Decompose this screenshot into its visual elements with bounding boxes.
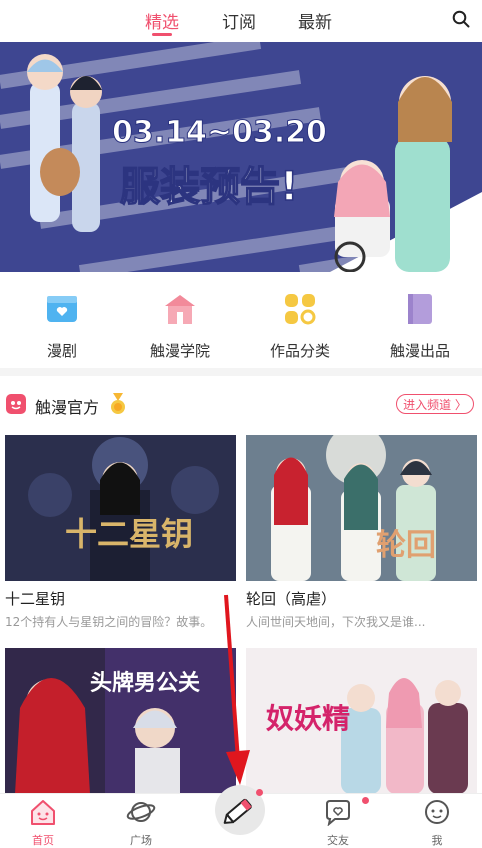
annotation-arrow — [224, 594, 250, 785]
video-icon — [47, 296, 77, 322]
nav-label: 交友 — [327, 834, 349, 847]
quick-item-academy[interactable]: 触漫学院 — [130, 292, 230, 361]
top-tab-bar: 精选 订阅 最新 — [0, 0, 482, 42]
face-icon — [425, 800, 449, 824]
cover-title-text: 十二星钥 — [65, 515, 193, 553]
home-icon — [31, 800, 55, 825]
tab-latest[interactable]: 最新 — [298, 8, 332, 33]
category-icon — [285, 294, 316, 325]
tab-featured[interactable]: 精选 — [145, 8, 179, 33]
quick-item-label: 触漫出品 — [389, 342, 450, 360]
school-icon — [165, 295, 195, 324]
comic-title: 十二星钥 — [5, 590, 66, 608]
book-icon — [408, 294, 432, 324]
comic-description: 人间世间天地间，下次我又是谁... — [246, 615, 426, 629]
cover-title-text: 轮回 — [376, 528, 436, 563]
quick-item-categories[interactable]: 作品分类 — [250, 292, 350, 361]
nav-label: 广场 — [130, 834, 152, 847]
quick-item-label: 漫剧 — [46, 342, 77, 360]
nav-me[interactable]: 我 — [407, 798, 467, 848]
promo-banner[interactable]: 03.14~03.20 服装预告! — [0, 42, 482, 272]
quick-item-label: 触漫学院 — [149, 342, 210, 360]
nav-label: 首页 — [32, 834, 54, 847]
nav-friends[interactable]: 交友 — [308, 798, 368, 848]
quick-item-comic-drama[interactable]: 漫剧 — [12, 292, 112, 361]
nav-plaza[interactable]: 广场 — [111, 798, 171, 848]
cover-title-text: 奴妖精 — [265, 702, 350, 735]
create-notification-dot — [256, 789, 263, 796]
quick-item-originals[interactable]: 触漫出品 — [370, 292, 470, 361]
nav-label: 我 — [431, 834, 443, 847]
section-divider — [0, 368, 482, 376]
comic-cover: 奴妖精 — [246, 648, 477, 794]
section-title: 触漫官方 — [35, 398, 100, 417]
chat-heart-icon — [326, 800, 350, 827]
planet-icon — [126, 802, 156, 822]
banner-artwork: 03.14~03.20 服装预告! — [0, 42, 482, 272]
nav-home[interactable]: 首页 — [13, 798, 73, 848]
quick-item-label: 作品分类 — [269, 342, 330, 360]
comic-card[interactable]: 轮回 轮回（高虐） 人间世间天地间，下次我又是谁... — [246, 435, 477, 630]
enter-channel-button[interactable]: 进入频道 〉 — [396, 394, 474, 414]
official-logo-icon — [6, 394, 26, 414]
comic-description: 12个持有人与星钥之间的冒险？故事。 — [5, 615, 213, 629]
comic-cover: 轮回 — [246, 435, 477, 581]
search-icon[interactable] — [452, 10, 470, 28]
quick-entry-row: 漫剧 触漫学院 作品分类 触漫出品 — [0, 272, 482, 368]
section-header: 触漫官方 进入频道 〉 — [0, 388, 482, 422]
banner-date-text: 03.14~03.20 — [112, 115, 327, 150]
banner-headline-text: 服装预告! — [120, 164, 298, 210]
comic-cover: 头牌男公关 — [5, 648, 236, 794]
comic-card[interactable]: 奴妖精 — [246, 648, 477, 794]
active-tab-indicator — [152, 33, 172, 36]
notification-dot — [362, 797, 369, 804]
comic-card[interactable]: 十二星钥 十二星钥 12个持有人与星钥之间的冒险？故事。 — [5, 435, 236, 630]
comic-cover: 十二星钥 — [5, 435, 236, 581]
medal-icon — [111, 393, 125, 414]
cover-title-text: 头牌男公关 — [90, 670, 200, 696]
tab-subscribed[interactable]: 订阅 — [222, 8, 256, 33]
comic-card[interactable]: 头牌男公关 — [5, 648, 236, 794]
comic-title: 轮回（高虐） — [246, 590, 337, 608]
